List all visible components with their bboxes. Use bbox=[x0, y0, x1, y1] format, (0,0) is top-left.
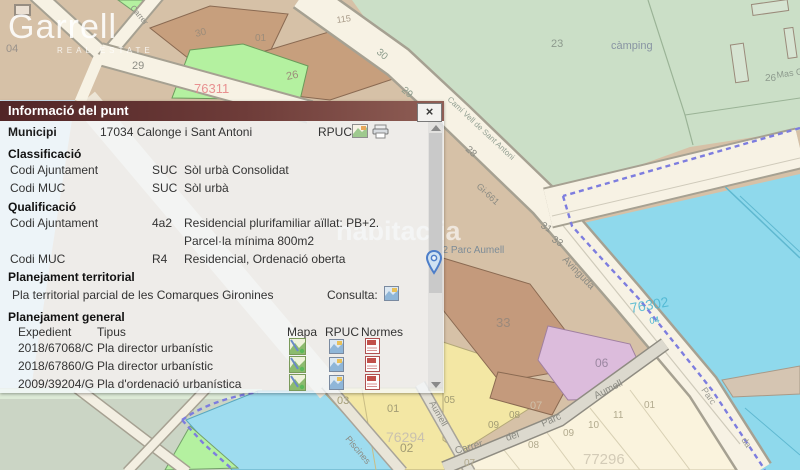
rpuc-doc-icon[interactable] bbox=[329, 357, 344, 375]
normes-pdf-icon[interactable] bbox=[365, 356, 380, 375]
parcel-number: 07 bbox=[530, 400, 542, 412]
qual-muc-code: R4 bbox=[152, 252, 167, 266]
parcel-number: 06 bbox=[595, 356, 609, 370]
consulta-label: Consulta: bbox=[327, 288, 378, 302]
table-row-tipus: Pla director urbanístic bbox=[97, 359, 213, 373]
classificacio-heading: Classificació bbox=[8, 147, 81, 161]
parcel-number: 01 bbox=[387, 403, 399, 415]
territorial-heading: Planejament territorial bbox=[8, 270, 135, 284]
brand-tagline: REAL ESTATE bbox=[57, 46, 154, 55]
table-row-expedient[interactable]: 2018/67068/C bbox=[18, 341, 93, 355]
parcel-number: 03 bbox=[337, 395, 349, 407]
municipi-label: Municipi bbox=[8, 125, 57, 139]
class-ajuntament-desc: Sòl urbà Consolidat bbox=[184, 163, 289, 177]
print-icon[interactable] bbox=[372, 124, 389, 142]
mapa-doc-icon[interactable] bbox=[289, 374, 306, 394]
parcel-number: 01 bbox=[255, 33, 267, 44]
rpuc-label: RPUC: bbox=[318, 125, 355, 139]
col-tipus: Tipus bbox=[97, 325, 126, 339]
municipi-value: 17034 Calonge i Sant Antoni bbox=[100, 125, 252, 139]
area-label: càmping bbox=[611, 40, 653, 52]
mapa-doc-icon[interactable] bbox=[289, 338, 306, 358]
table-row-expedient[interactable]: 2018/67860/G bbox=[18, 359, 94, 373]
col-mapa: Mapa bbox=[287, 325, 317, 339]
ref-number: 76294 bbox=[386, 429, 425, 445]
close-icon[interactable]: × bbox=[417, 103, 442, 122]
parcel-number: 01 bbox=[644, 400, 656, 411]
class-muc-desc: Sòl urbà bbox=[184, 181, 229, 195]
col-rpuc: RPUC bbox=[325, 325, 359, 339]
table-row-tipus: Pla d'ordenació urbanística bbox=[97, 377, 241, 391]
parcel-number: 10 bbox=[588, 420, 600, 431]
location-pin-icon bbox=[425, 249, 443, 282]
territorial-value: Pla territorial parcial de les Comarques… bbox=[12, 288, 273, 302]
map-viewer: 04 29 30 01 76311 26 115 Carrer 30 29 23… bbox=[0, 0, 800, 470]
parcel-number: 115 bbox=[336, 13, 352, 25]
ref-number: 76311 bbox=[194, 81, 229, 96]
col-expedient: Expedient bbox=[18, 325, 71, 339]
codi-ajuntament-label: Codi Ajuntament bbox=[10, 216, 98, 230]
parcel-number: 09 bbox=[488, 420, 500, 431]
codi-muc-label: Codi MUC bbox=[10, 252, 65, 266]
qual-ajuntament-code: 4a2 bbox=[152, 216, 172, 230]
area-label: 32 Parc Aumell bbox=[437, 245, 504, 256]
table-row-tipus: Pla director urbanístic bbox=[97, 341, 213, 355]
qual-muc-desc: Residencial, Ordenació oberta bbox=[184, 252, 345, 266]
col-normes: Normes bbox=[361, 325, 403, 339]
qual-ajuntament-desc: Residencial plurifamiliar aïllat: PB+2. bbox=[184, 216, 379, 230]
parcel-number: 11 bbox=[613, 410, 624, 421]
parcel-number: 07 bbox=[464, 458, 476, 469]
parcel-number: 29 bbox=[132, 60, 144, 72]
parcel-number: 26 bbox=[285, 69, 299, 83]
rpuc-map-icon[interactable] bbox=[352, 124, 368, 141]
parcel-number: 23 bbox=[551, 38, 563, 50]
codi-muc-label: Codi MUC bbox=[10, 181, 65, 195]
qual-ajuntament-desc2: Parcel·la mínima 800m2 bbox=[184, 234, 314, 248]
normes-pdf-icon[interactable] bbox=[365, 338, 380, 357]
ref-number: 77296 bbox=[583, 451, 625, 468]
panel-title: Informació del punt bbox=[0, 101, 444, 121]
rpuc-doc-icon[interactable] bbox=[329, 375, 344, 393]
brand-logo: Garrell bbox=[8, 10, 117, 44]
parcel-number: 26 bbox=[765, 73, 777, 84]
consulta-icon[interactable] bbox=[384, 286, 399, 304]
scroll-up-icon[interactable] bbox=[431, 125, 441, 131]
rpuc-doc-icon[interactable] bbox=[329, 339, 344, 357]
class-muc-code: SUC bbox=[152, 181, 177, 195]
parcel-number: 08 bbox=[509, 410, 521, 421]
parcel-number: 04 bbox=[649, 314, 661, 326]
parcel-number: 09 bbox=[563, 428, 575, 439]
parcel-number: 08 bbox=[528, 440, 540, 451]
scroll-down-icon[interactable] bbox=[431, 382, 441, 388]
class-ajuntament-code: SUC bbox=[152, 163, 177, 177]
codi-ajuntament-label: Codi Ajuntament bbox=[10, 163, 98, 177]
info-panel: Informació del punt × Municipi 17034 Cal… bbox=[0, 101, 444, 393]
parcel-number: 05 bbox=[444, 395, 456, 406]
general-heading: Planejament general bbox=[8, 310, 125, 324]
table-row-expedient[interactable]: 2009/39204/G bbox=[18, 377, 94, 391]
qualificacio-heading: Qualificació bbox=[8, 200, 76, 214]
parcel-number: 33 bbox=[496, 315, 510, 330]
mapa-doc-icon[interactable] bbox=[289, 356, 306, 376]
normes-pdf-icon[interactable] bbox=[365, 374, 380, 393]
